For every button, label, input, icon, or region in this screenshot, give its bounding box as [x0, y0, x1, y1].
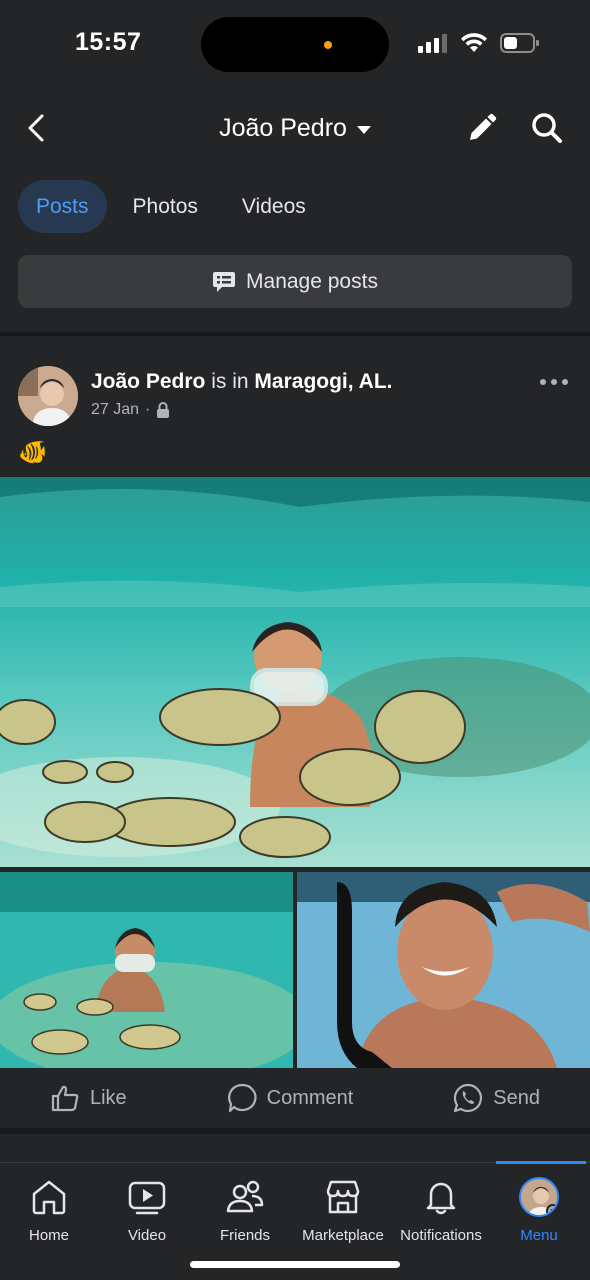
- speech-bubble-list-icon: [213, 271, 236, 292]
- home-indicator: [190, 1261, 400, 1268]
- like-button[interactable]: Like: [50, 1083, 127, 1113]
- post-header: João Pedro is in Maragogi, AL. 27 Jan ·: [18, 366, 572, 426]
- caret-down-icon: [356, 126, 371, 134]
- dot-icon: [551, 379, 557, 385]
- section-divider: [0, 332, 590, 336]
- bottom-nav: Home Video Friends Marketplace Notificat…: [0, 1161, 590, 1280]
- nav-friends[interactable]: Friends: [196, 1177, 294, 1244]
- post-author[interactable]: João Pedro: [91, 370, 205, 393]
- comment-label: Comment: [266, 1086, 354, 1109]
- nav-label: Notifications: [400, 1227, 482, 1244]
- nav-active-indicator: [496, 1161, 586, 1164]
- lock-icon: [157, 402, 170, 418]
- video-icon: [128, 1181, 166, 1215]
- dynamic-island: [201, 17, 389, 72]
- dot-icon: [540, 379, 546, 385]
- send-button[interactable]: Send: [453, 1083, 540, 1113]
- search-icon: [532, 113, 562, 143]
- selfie-photo: [297, 872, 590, 1068]
- post-actions: Like Comment Send: [0, 1068, 590, 1128]
- status-bar: 15:57: [0, 0, 590, 90]
- section-divider: [0, 1128, 590, 1134]
- nav-label: Friends: [219, 1227, 271, 1244]
- profile-name-switcher[interactable]: João Pedro: [0, 114, 590, 143]
- tab-photos[interactable]: Photos: [115, 180, 216, 233]
- signal-icon: [418, 34, 447, 53]
- nav-label: Video: [127, 1227, 167, 1244]
- post-location[interactable]: Maragogi, AL.: [254, 370, 392, 393]
- thumbs-up-icon: [51, 1085, 79, 1112]
- post-connector: is in: [211, 370, 249, 393]
- recording-indicator: [324, 41, 332, 49]
- post-author-line: João Pedro is in Maragogi, AL.: [91, 370, 392, 394]
- underwater-photo: [0, 477, 590, 867]
- nav-home[interactable]: Home: [0, 1177, 98, 1244]
- bell-icon: [426, 1182, 456, 1215]
- nav-menu[interactable]: Menu: [490, 1177, 588, 1244]
- edit-button[interactable]: [464, 110, 500, 146]
- dot-icon: [562, 379, 568, 385]
- manage-posts-label: Manage posts: [246, 269, 378, 293]
- comment-icon: [227, 1083, 257, 1113]
- nav-label: Marketplace: [302, 1227, 384, 1244]
- underwater-photo-2: [0, 872, 293, 1068]
- meta-separator: ·: [145, 401, 151, 418]
- avatar-image: [18, 366, 78, 426]
- nav-label: Menu: [520, 1227, 558, 1244]
- status-icons: [418, 32, 540, 54]
- nav-video[interactable]: Video: [98, 1177, 196, 1244]
- marketplace-icon: [326, 1180, 360, 1214]
- friends-icon: [226, 1180, 264, 1213]
- post-photo-main[interactable]: [0, 477, 590, 867]
- post-text-emoji: 🐠: [18, 439, 48, 466]
- menu-avatar: [519, 1177, 559, 1217]
- like-label: Like: [89, 1086, 127, 1109]
- whatsapp-icon: [454, 1083, 483, 1113]
- status-time: 15:57: [75, 28, 142, 56]
- comment-button[interactable]: Comment: [227, 1083, 354, 1113]
- nav-marketplace[interactable]: Marketplace: [294, 1177, 392, 1244]
- nav-label: Home: [28, 1227, 69, 1244]
- post-photo-left[interactable]: [0, 872, 293, 1068]
- home-icon: [32, 1180, 66, 1215]
- profile-tabs: Posts Photos Videos: [18, 180, 324, 233]
- profile-header: João Pedro: [0, 100, 590, 156]
- battery-icon: [500, 33, 539, 53]
- more-options-button[interactable]: [540, 374, 568, 390]
- header-title: João Pedro: [219, 114, 347, 142]
- wifi-icon: [461, 33, 487, 52]
- search-button[interactable]: [529, 110, 565, 146]
- avatar-image: [521, 1179, 557, 1215]
- manage-posts-button[interactable]: Manage posts: [18, 255, 572, 308]
- pencil-icon: [470, 113, 497, 140]
- post-photo-right[interactable]: [297, 872, 590, 1068]
- avatar[interactable]: [18, 366, 78, 426]
- nav-notifications[interactable]: Notifications: [392, 1177, 490, 1244]
- send-label: Send: [493, 1086, 540, 1109]
- tab-videos[interactable]: Videos: [224, 180, 324, 233]
- post-meta: 27 Jan ·: [91, 401, 170, 419]
- post-date[interactable]: 27 Jan: [91, 401, 139, 419]
- tab-posts[interactable]: Posts: [18, 180, 107, 233]
